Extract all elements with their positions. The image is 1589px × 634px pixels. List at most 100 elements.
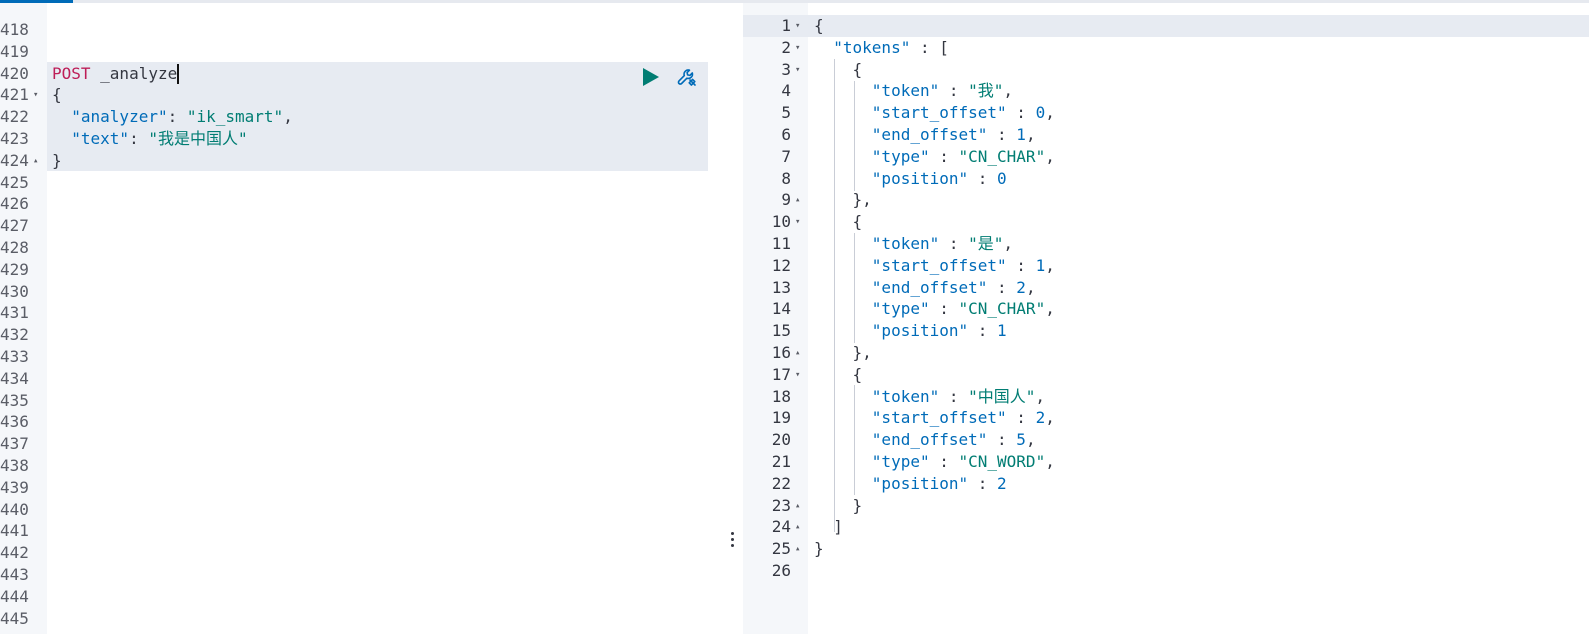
request-line[interactable]: 433: [0, 346, 708, 368]
fold-expand-icon[interactable]: ▴: [795, 342, 800, 364]
request-line[interactable]: 435: [0, 390, 708, 412]
fold-collapse-icon[interactable]: ▾: [795, 211, 800, 233]
line-number: 430: [0, 281, 29, 301]
request-line[interactable]: 421 ▾ {: [0, 84, 708, 106]
request-line[interactable]: 434: [0, 368, 708, 390]
response-line: 11 "token" : "是",: [743, 233, 1589, 255]
code-text: ]: [814, 516, 843, 538]
request-line[interactable]: 426: [0, 193, 708, 215]
code-token: :: [939, 81, 969, 101]
request-line[interactable]: 442: [0, 542, 708, 564]
request-line[interactable]: 429: [0, 259, 708, 281]
request-line[interactable]: 443: [0, 564, 708, 586]
line-number: 11: [771, 234, 791, 253]
line-number: 421: [0, 85, 29, 105]
vertical-dots-icon[interactable]: [731, 532, 735, 548]
line-number: 4: [781, 81, 791, 101]
request-line[interactable]: 444: [0, 586, 708, 608]
code-token: :: [968, 168, 998, 188]
code-token: :: [1006, 408, 1036, 428]
line-number: 14: [771, 299, 791, 319]
response-line: 20 "end_offset" : 5,: [743, 429, 1589, 451]
code-text: "position" : 1: [814, 320, 1007, 342]
request-actions-button[interactable]: [675, 66, 699, 90]
code-token: "start_offset": [871, 103, 1007, 123]
code-token: ,: [1025, 430, 1036, 450]
code-text: }: [814, 538, 824, 560]
line-number: 5: [781, 103, 791, 123]
fold-expand-icon[interactable]: ▴: [795, 516, 800, 538]
fold-expand-icon[interactable]: ▴: [795, 538, 800, 560]
fold-collapse-icon[interactable]: ▾: [795, 59, 800, 81]
code-token: :: [939, 234, 969, 253]
request-line[interactable]: 440: [0, 499, 708, 521]
code-token: :: [968, 321, 998, 341]
line-number: 426: [0, 194, 29, 214]
code-text: "end_offset" : 1,: [814, 124, 1036, 146]
response-line: 10 ▾ {: [743, 211, 1589, 233]
request-line[interactable]: 420 POST _analyze: [0, 63, 708, 85]
line-number: 20: [771, 430, 791, 450]
line-number: 18: [771, 386, 791, 406]
line-number: 434: [0, 368, 29, 388]
request-editor[interactable]: 418 419 420 POST _analyze 421 ▾ {422 "analyzer…: [0, 3, 723, 634]
line-number: 22: [771, 473, 791, 493]
code-token: "是": [968, 234, 1004, 253]
code-token: ,: [1045, 103, 1055, 123]
code-token: :: [968, 473, 998, 493]
code-token: ,: [1045, 146, 1055, 166]
fold-collapse-icon[interactable]: ▾: [795, 37, 800, 59]
request-line[interactable]: 422 "analyzer": "ik_smart",: [0, 106, 708, 128]
request-line[interactable]: 432: [0, 324, 708, 346]
code-token: :: [167, 107, 187, 127]
fold-expand-icon[interactable]: ▴: [795, 495, 800, 517]
request-line[interactable]: 424 ▴}: [0, 150, 708, 172]
code-token: "中国人": [968, 386, 1036, 406]
code-token: :: [939, 386, 969, 406]
request-line[interactable]: 427: [0, 215, 708, 237]
request-line[interactable]: 425: [0, 172, 708, 194]
indent-guide: [854, 81, 855, 191]
request-line[interactable]: 438: [0, 455, 708, 477]
code-text: "end_offset" : 2,: [814, 277, 1036, 299]
line-number: 425: [0, 172, 29, 192]
response-line: 25 ▴}: [743, 538, 1589, 560]
fold-expand-icon[interactable]: ▴: [33, 150, 38, 172]
play-icon: [643, 68, 659, 86]
fold-collapse-icon[interactable]: ▾: [33, 84, 38, 106]
code-text: "position" : 2: [814, 473, 1007, 495]
request-line[interactable]: 439: [0, 477, 708, 499]
fold-collapse-icon[interactable]: ▾: [795, 15, 800, 37]
request-line[interactable]: 428: [0, 237, 708, 259]
request-line[interactable]: 431: [0, 302, 708, 324]
wrench-icon: [677, 69, 696, 86]
code-token: "token": [871, 234, 940, 253]
request-line[interactable]: 441: [0, 520, 708, 542]
response-line: 24 ▴ ]: [743, 516, 1589, 538]
response-line: 21 "type" : "CN_WORD",: [743, 451, 1589, 473]
line-number: 442: [0, 543, 29, 563]
fold-collapse-icon[interactable]: ▾: [795, 364, 800, 386]
code-token: "CN_CHAR": [958, 146, 1046, 166]
line-number: 444: [0, 586, 29, 606]
code-text: }: [814, 495, 863, 517]
request-line[interactable]: 430: [0, 281, 708, 303]
code-text: "type" : "CN_WORD",: [814, 451, 1055, 473]
request-line[interactable]: 418: [0, 19, 708, 41]
request-line[interactable]: 437: [0, 433, 708, 455]
code-token: }: [814, 539, 824, 559]
request-line[interactable]: 445: [0, 608, 708, 630]
request-line[interactable]: 419: [0, 41, 708, 63]
request-line[interactable]: 423 "text": "我是中国人": [0, 128, 708, 150]
run-request-button[interactable]: [640, 66, 662, 88]
response-viewer[interactable]: 1 ▾{2 ▾ "tokens" : [3 ▾ {4 "token" : "我", 5 …: [743, 3, 1589, 634]
request-line[interactable]: 436: [0, 411, 708, 433]
fold-expand-icon[interactable]: ▴: [795, 189, 800, 211]
code-token: "我是中国人": [148, 129, 248, 148]
line-number: 432: [0, 325, 29, 345]
